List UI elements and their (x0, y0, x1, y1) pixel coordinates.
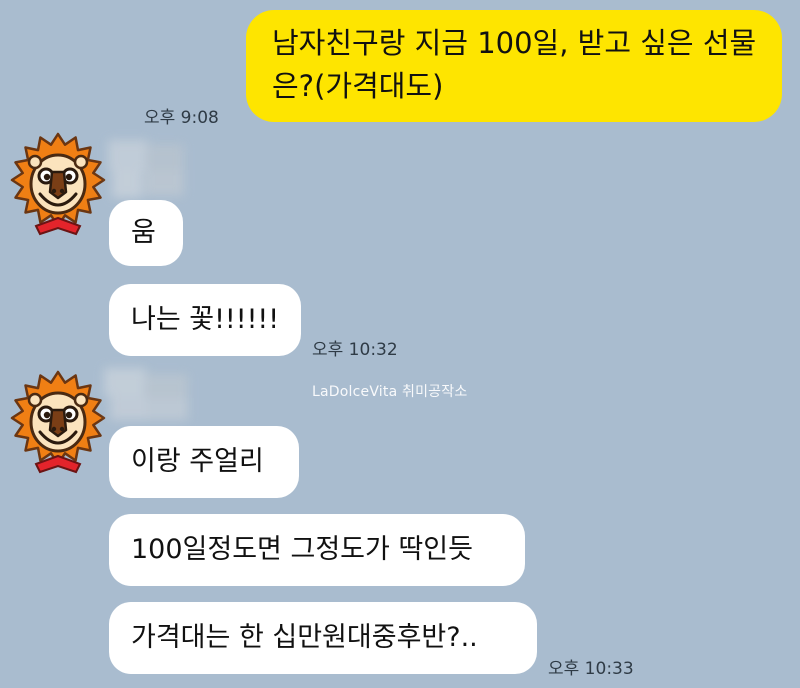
received-message-bubble[interactable]: 100일정도면 그정도가 딱인듯 (109, 514, 525, 586)
received-message-bubble[interactable]: 나는 꽃!!!!!! (109, 284, 301, 356)
sender-name-blurred (104, 368, 194, 424)
message-text: 가격대는 한 십만원대중후반?.. (131, 622, 478, 653)
message-text: 이랑 주얼리 (131, 446, 264, 477)
received-message-bubble[interactable]: 가격대는 한 십만원대중후반?.. (109, 602, 537, 674)
sent-message-text: 남자친구랑 지금 100일, 받고 싶은 선물은?(가격대도) (272, 26, 757, 103)
sent-message-bubble[interactable]: 남자친구랑 지금 100일, 받고 싶은 선물은?(가격대도) (246, 10, 782, 122)
lion-avatar-icon (10, 370, 106, 474)
watermark: LaDolceVita 취미공작소 (312, 384, 468, 400)
received-message-bubble[interactable]: 움 (109, 200, 183, 266)
message-text: 나는 꽃!!!!!! (131, 304, 280, 335)
message-time: 오후 10:32 (312, 340, 398, 360)
lion-avatar-icon (10, 132, 106, 236)
message-text: 100일정도면 그정도가 딱인듯 (131, 534, 473, 565)
message-time: 오후 10:33 (548, 659, 634, 679)
sender-avatar[interactable] (10, 132, 106, 236)
received-message-bubble[interactable]: 이랑 주얼리 (109, 426, 299, 498)
sender-avatar[interactable] (10, 370, 106, 474)
message-text: 움 (131, 217, 156, 248)
sent-message-time: 오후 9:08 (144, 108, 219, 128)
sender-name-blurred (108, 140, 188, 202)
